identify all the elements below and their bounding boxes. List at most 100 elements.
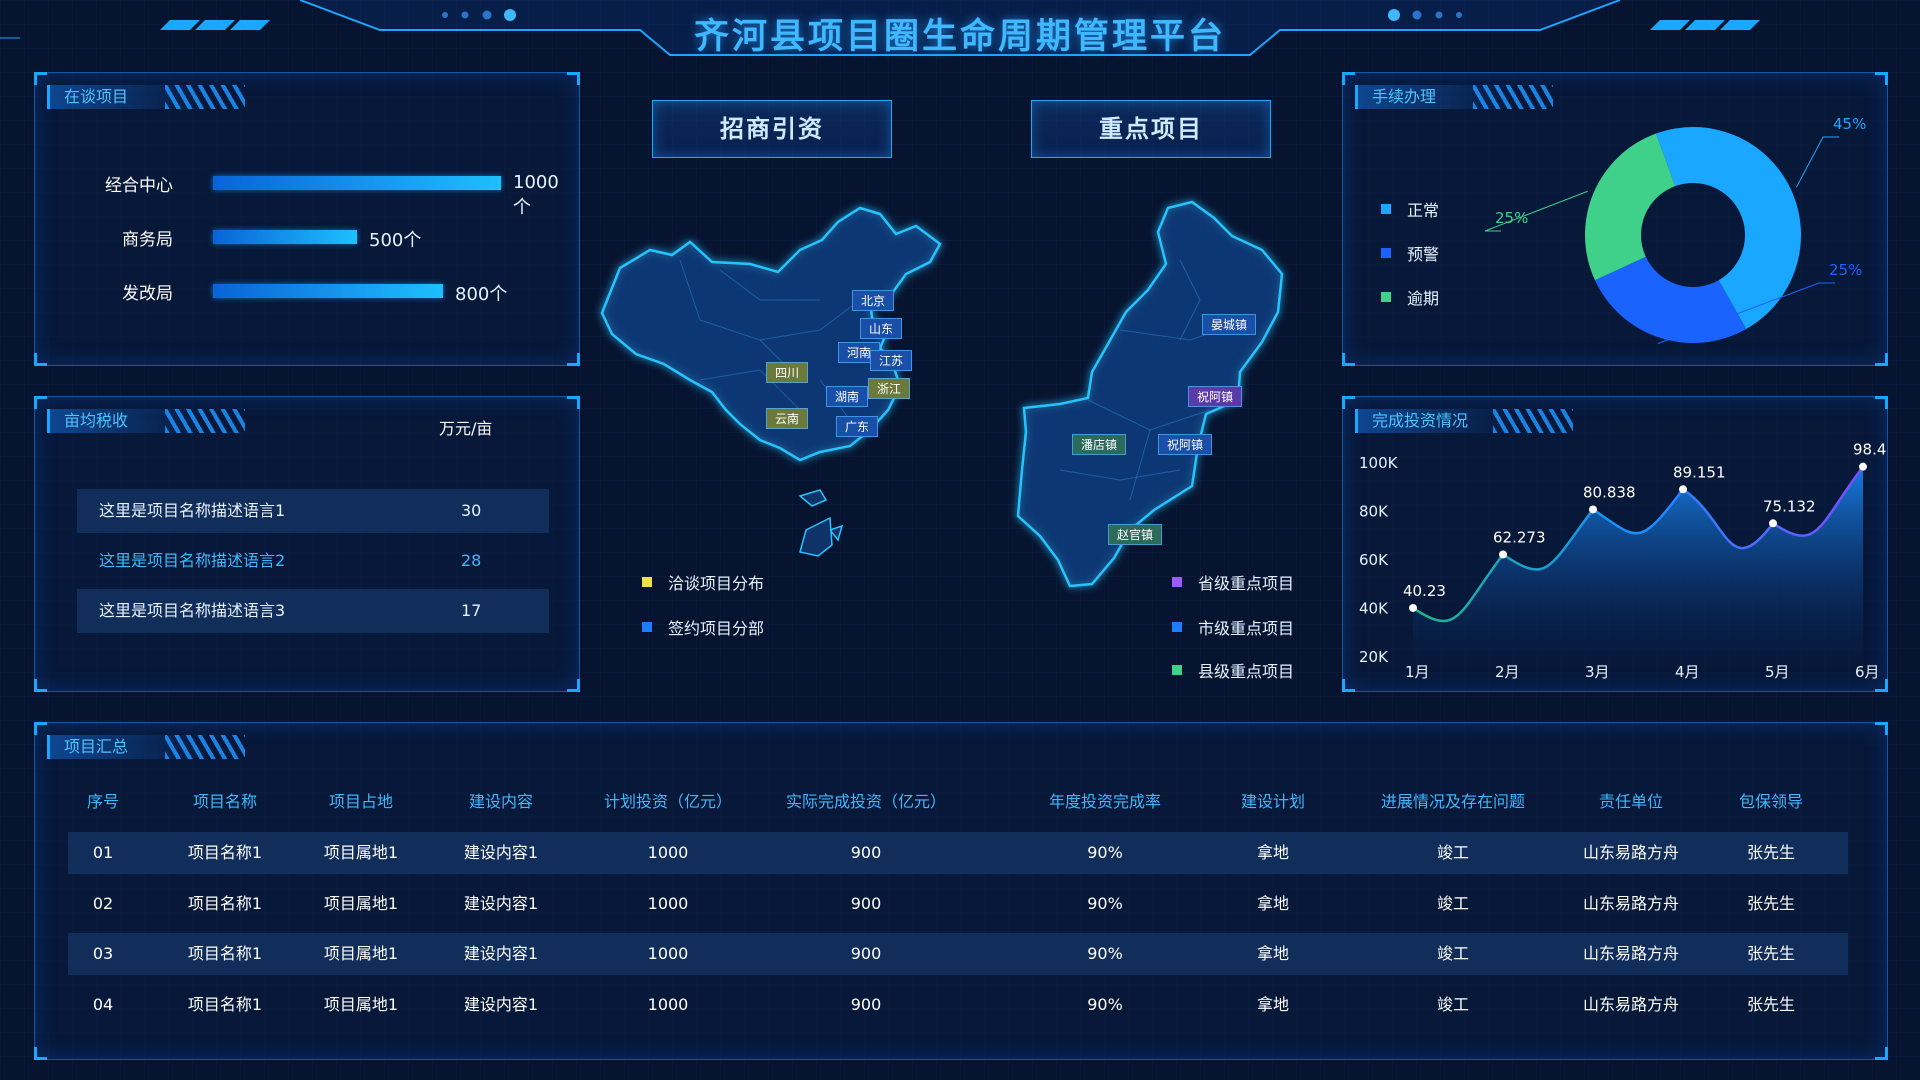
table-cell: 90%	[1087, 843, 1123, 862]
legend-item: 县级重点项目	[1172, 658, 1294, 682]
table-row[interactable]: 04 项目名称1 项目属地1 建设内容1 1000 900 90% 拿地 竣工 山东易路方舟 张先生	[68, 984, 1848, 1026]
map-label[interactable]: 祝阿镇	[1188, 386, 1243, 407]
table-row[interactable]: 02 项目名称1 项目属地1 建设内容1 1000 900 90% 拿地 竣工 山东易路方舟 张先生	[68, 883, 1848, 925]
talk-value: 500个	[369, 230, 422, 251]
map-label[interactable]: 潘店镇	[1072, 434, 1127, 455]
table-cell: 山东易路方舟	[1582, 843, 1680, 862]
map-label[interactable]: 云南	[766, 408, 809, 429]
legend-swatch	[642, 577, 652, 587]
table-row[interactable]: 01 项目名称1 项目属地1 建设内容1 1000 900 90% 拿地 竣工 山东易路方舟 张先生	[68, 832, 1848, 874]
talk-row[interactable]: 商务局 500个	[63, 225, 533, 252]
donut-label: 25%	[1829, 261, 1862, 279]
title-stripes	[165, 85, 245, 109]
tax-row[interactable]: 这里是项目名称描述语言2 28	[77, 539, 549, 583]
table-cell: 1000	[647, 944, 689, 963]
table-cell: 建设内容1	[463, 894, 539, 913]
map-label[interactable]: 广东	[836, 416, 879, 437]
table-column-header[interactable]: 进展情况及存在问题	[1381, 788, 1525, 812]
x-tick-label: 1月	[1405, 663, 1430, 681]
table-cell: 张先生	[1746, 944, 1796, 963]
header: 齐河县项目圈生命周期管理平台	[0, 0, 1920, 70]
legend-item: 洽谈项目分布	[642, 570, 764, 594]
talk-bar: 500个	[213, 230, 533, 251]
table-cell: 山东易路方舟	[1582, 944, 1680, 963]
legend-label: 市级重点项目	[1198, 619, 1295, 638]
table-cell: 1000	[647, 843, 689, 862]
table-cell: 900	[850, 843, 882, 862]
talk-label: 经合中心	[105, 175, 173, 196]
table-cell: 拿地	[1256, 995, 1290, 1014]
talks-panel: 在谈项目 经合中心 1000个 商务局 500个 发改局 800个	[34, 72, 580, 366]
talk-bar-fill	[213, 176, 501, 190]
map-label[interactable]: 湖南	[826, 386, 869, 407]
table-cell: 1000	[647, 995, 689, 1014]
table-cell: 1000	[647, 894, 689, 913]
table-column-header[interactable]: 计划投资（亿元）	[604, 788, 732, 812]
donut-label: 45%	[1833, 115, 1866, 133]
talk-row[interactable]: 发改局 800个	[63, 279, 533, 306]
table-column-header[interactable]: 序号	[87, 788, 119, 812]
donut-slice[interactable]	[1585, 133, 1676, 281]
table-cell: 张先生	[1746, 894, 1796, 913]
table-cell: 拿地	[1256, 894, 1290, 913]
tax-row[interactable]: 这里是项目名称描述语言1 30	[77, 489, 549, 533]
data-label: 89.151	[1673, 463, 1726, 481]
table-column-header[interactable]: 年度投资完成率	[1049, 788, 1161, 812]
tax-panel: 亩均税收 万元/亩 这里是项目名称描述语言1 30 这里是项目名称描述语言2 2…	[34, 396, 580, 692]
tax-row-name: 这里是项目名称描述语言1	[99, 501, 286, 520]
table-column-header[interactable]: 项目占地	[329, 788, 393, 812]
table-cell: 900	[850, 894, 882, 913]
table-cell: 竣工	[1436, 894, 1470, 913]
map-label[interactable]: 浙江	[868, 378, 911, 399]
map-label[interactable]: 晏城镇	[1202, 314, 1257, 335]
data-point[interactable]	[1859, 462, 1867, 471]
data-point[interactable]	[1409, 603, 1417, 612]
legend-swatch	[1172, 577, 1182, 587]
talk-bar: 1000个	[213, 172, 559, 218]
data-label: 40.23	[1403, 582, 1446, 600]
map-label[interactable]: 北京	[852, 290, 895, 311]
table-cell: 900	[850, 995, 882, 1014]
map-label[interactable]: 赵官镇	[1108, 524, 1163, 545]
table-column-header[interactable]: 建设计划	[1241, 788, 1305, 812]
legend-swatch	[1172, 622, 1182, 632]
table-column-header[interactable]: 包保领导	[1739, 788, 1803, 812]
map-label[interactable]: 江苏	[870, 350, 913, 371]
legend-label: 县级重点项目	[1198, 662, 1295, 681]
map-label[interactable]: 祝阿镇	[1158, 434, 1213, 455]
map-label[interactable]: 四川	[766, 362, 809, 383]
tax-row[interactable]: 这里是项目名称描述语言3 17	[77, 589, 549, 633]
invest-button[interactable]: 招商引资	[652, 100, 892, 158]
table-cell: 竣工	[1436, 843, 1470, 862]
tax-row-name: 这里是项目名称描述语言3	[99, 601, 286, 620]
table-cell: 竣工	[1436, 995, 1470, 1014]
data-point[interactable]	[1679, 485, 1687, 494]
table-cell: 山东易路方舟	[1582, 995, 1680, 1014]
table-column-header[interactable]: 实际完成投资（亿元）	[786, 788, 946, 812]
legend-label: 签约项目分部	[668, 619, 765, 638]
data-label: 80.838	[1583, 483, 1636, 501]
map-label[interactable]: 山东	[860, 318, 903, 339]
talk-row[interactable]: 经合中心 1000个	[63, 171, 559, 218]
table-cell: 张先生	[1746, 843, 1796, 862]
talk-label: 发改局	[122, 283, 173, 304]
title-stripes	[165, 735, 245, 759]
table-cell: 项目属地1	[323, 894, 399, 913]
data-point[interactable]	[1769, 519, 1777, 528]
table-column-header[interactable]: 责任单位	[1599, 788, 1663, 812]
y-tick-label: 100K	[1359, 454, 1399, 472]
series-area	[1413, 466, 1863, 657]
legend-item: 省级重点项目	[1172, 570, 1294, 594]
table-cell: 建设内容1	[463, 944, 539, 963]
tax-row-value: 17	[461, 601, 482, 620]
x-tick-label: 6月	[1855, 663, 1880, 681]
data-point[interactable]	[1589, 505, 1597, 514]
y-tick-label: 20K	[1359, 648, 1389, 666]
key-projects-button[interactable]: 重点项目	[1031, 100, 1271, 158]
table-header: 序号 项目名称 项目占地 建设内容 计划投资（亿元） 实际完成投资（亿元） 年度投资完成率 建…	[60, 788, 1850, 816]
table-column-header[interactable]: 建设内容	[469, 788, 533, 812]
data-point[interactable]	[1499, 550, 1507, 559]
area-chart: 100K 80K 60K 40K 20K 40.23 1月 62.273 2月 80.838 3月 8…	[1359, 441, 1887, 681]
table-column-header[interactable]: 项目名称	[193, 788, 257, 812]
table-row[interactable]: 03 项目名称1 项目属地1 建设内容1 1000 900 90% 拿地 竣工 山东易路方舟 张先生	[68, 933, 1848, 975]
